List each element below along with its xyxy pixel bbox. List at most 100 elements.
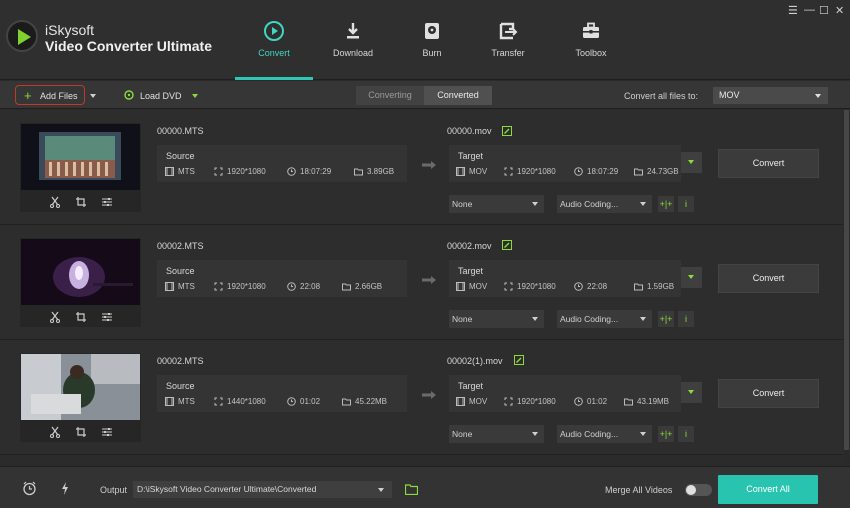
file-row: 00002.MTS Source MTS 1440*1080 01:02 45.… [0, 340, 843, 455]
effects-sliders-icon[interactable] [101, 426, 113, 438]
output-path-select[interactable]: D:\iSkysoft Video Converter Ultimate\Con… [133, 481, 392, 498]
chevron-down-icon [688, 390, 694, 394]
target-info: Target MOV 1920*1080 22:08 1.59GB [449, 260, 681, 297]
target-resolution: 1920*1080 [517, 167, 556, 176]
source-format: MTS [178, 167, 195, 176]
audio-split-icon[interactable]: +|+ [658, 311, 674, 327]
tab-download[interactable]: Download [318, 20, 388, 58]
lightning-icon[interactable] [60, 481, 70, 496]
app-logo-icon [6, 20, 38, 52]
tab-convert[interactable]: Convert [239, 20, 309, 58]
effects-sliders-icon[interactable] [101, 311, 113, 323]
audio-split-icon[interactable]: +|+ [658, 426, 674, 442]
minimize-icon[interactable]: — [804, 4, 815, 16]
output-label: Output [100, 485, 128, 495]
subtitle-select[interactable]: None [449, 195, 544, 213]
load-dvd-button[interactable]: Load DVD [140, 91, 182, 101]
convert-all-to-label: Convert all files to: [624, 91, 699, 101]
film-icon [165, 397, 174, 406]
edit-name-icon[interactable] [514, 355, 524, 365]
folder-icon [634, 283, 643, 291]
menu-icon[interactable]: ☰ [788, 4, 798, 17]
subtitle-value: None [452, 199, 473, 209]
source-duration: 22:08 [300, 282, 321, 291]
effects-sliders-icon[interactable] [101, 196, 113, 208]
target-size: 1.59GB [647, 282, 675, 291]
toolbar: + Add Files Load DVD Converting Converte… [0, 81, 850, 109]
resolution-icon [504, 282, 513, 291]
edit-name-icon[interactable] [502, 126, 512, 136]
target-filename: 00002.mov [447, 241, 492, 251]
load-dvd-dropdown-icon[interactable] [192, 94, 198, 98]
scissors-icon[interactable] [49, 426, 61, 438]
clock-icon [574, 167, 583, 176]
subtitle-select[interactable]: None [449, 425, 544, 443]
source-size: 2.66GB [355, 282, 383, 291]
source-resolution: 1440*1080 [227, 397, 266, 406]
folder-icon [624, 398, 633, 406]
add-files-dropdown-icon[interactable] [90, 94, 96, 98]
info-icon[interactable]: i [678, 311, 694, 327]
source-info: Source MTS 1920*1080 18:07:29 3.89GB [157, 145, 407, 182]
convert-all-button[interactable]: Convert All [718, 475, 818, 504]
audio-select[interactable]: Audio Coding... [557, 310, 652, 328]
convert-icon [264, 21, 284, 41]
target-duration: 01:02 [587, 397, 608, 406]
info-icon[interactable]: i [678, 196, 694, 212]
crop-icon[interactable] [75, 426, 87, 438]
add-files-button[interactable]: + Add Files [15, 85, 85, 105]
target-format-dropdown[interactable] [681, 152, 702, 173]
audio-select[interactable]: Audio Coding... [557, 425, 652, 443]
add-files-label: Add Files [40, 91, 78, 101]
scrollbar-thumb[interactable] [844, 110, 849, 450]
source-resolution: 1920*1080 [227, 282, 266, 291]
convert-button[interactable]: Convert [718, 379, 819, 408]
chevron-down-icon [640, 202, 646, 206]
scissors-icon[interactable] [49, 196, 61, 208]
audio-value: Audio Coding... [560, 429, 619, 439]
tab-transfer-label: Transfer [491, 48, 525, 58]
clock-icon [287, 167, 296, 176]
info-icon[interactable]: i [678, 426, 694, 442]
thumbnail-image [21, 354, 140, 420]
maximize-icon[interactable]: ☐ [819, 4, 829, 17]
source-info: Source MTS 1440*1080 01:02 45.22MB [157, 375, 407, 412]
output-format-select[interactable]: MOV [713, 87, 828, 104]
audio-split-icon[interactable]: +|+ [658, 196, 674, 212]
alarm-clock-icon[interactable] [22, 481, 37, 496]
view-switch: Converting Converted [356, 86, 492, 105]
file-row: 00000.MTS Source MTS 1920*1080 18:07:29 … [0, 110, 843, 225]
open-folder-icon[interactable] [405, 484, 418, 495]
tab-transfer[interactable]: Transfer [473, 20, 543, 58]
source-info: Source MTS 1920*1080 22:08 2.66GB [157, 260, 407, 297]
close-icon[interactable]: ✕ [835, 4, 844, 17]
tab-converting[interactable]: Converting [356, 86, 424, 105]
output-path-value: D:\iSkysoft Video Converter Ultimate\Con… [137, 484, 317, 494]
video-thumbnail [20, 238, 141, 327]
thumbnail-image [21, 239, 140, 305]
tab-download-label: Download [332, 48, 374, 58]
convert-button[interactable]: Convert [718, 264, 819, 293]
tab-toolbox[interactable]: Toolbox [556, 20, 626, 58]
edit-name-icon[interactable] [502, 240, 512, 250]
merge-all-toggle[interactable] [685, 484, 712, 496]
crop-icon[interactable] [75, 311, 87, 323]
audio-value: Audio Coding... [560, 199, 619, 209]
tab-converted[interactable]: Converted [424, 86, 492, 105]
audio-select[interactable]: Audio Coding... [557, 195, 652, 213]
resolution-icon [504, 397, 513, 406]
scissors-icon[interactable] [49, 311, 61, 323]
source-size: 3.89GB [367, 167, 395, 176]
crop-icon[interactable] [75, 196, 87, 208]
app-window: iSkysoft Video Converter Ultimate Conver… [0, 0, 850, 508]
resolution-icon [214, 397, 223, 406]
convert-button[interactable]: Convert [718, 149, 819, 178]
scrollbar[interactable] [843, 110, 850, 464]
subtitle-select[interactable]: None [449, 310, 544, 328]
target-format-dropdown[interactable] [681, 382, 702, 403]
tab-burn[interactable]: Burn [397, 20, 467, 58]
target-format-dropdown[interactable] [681, 267, 702, 288]
folder-icon [342, 398, 351, 406]
subtitle-value: None [452, 429, 473, 439]
target-title: Target [458, 381, 484, 391]
